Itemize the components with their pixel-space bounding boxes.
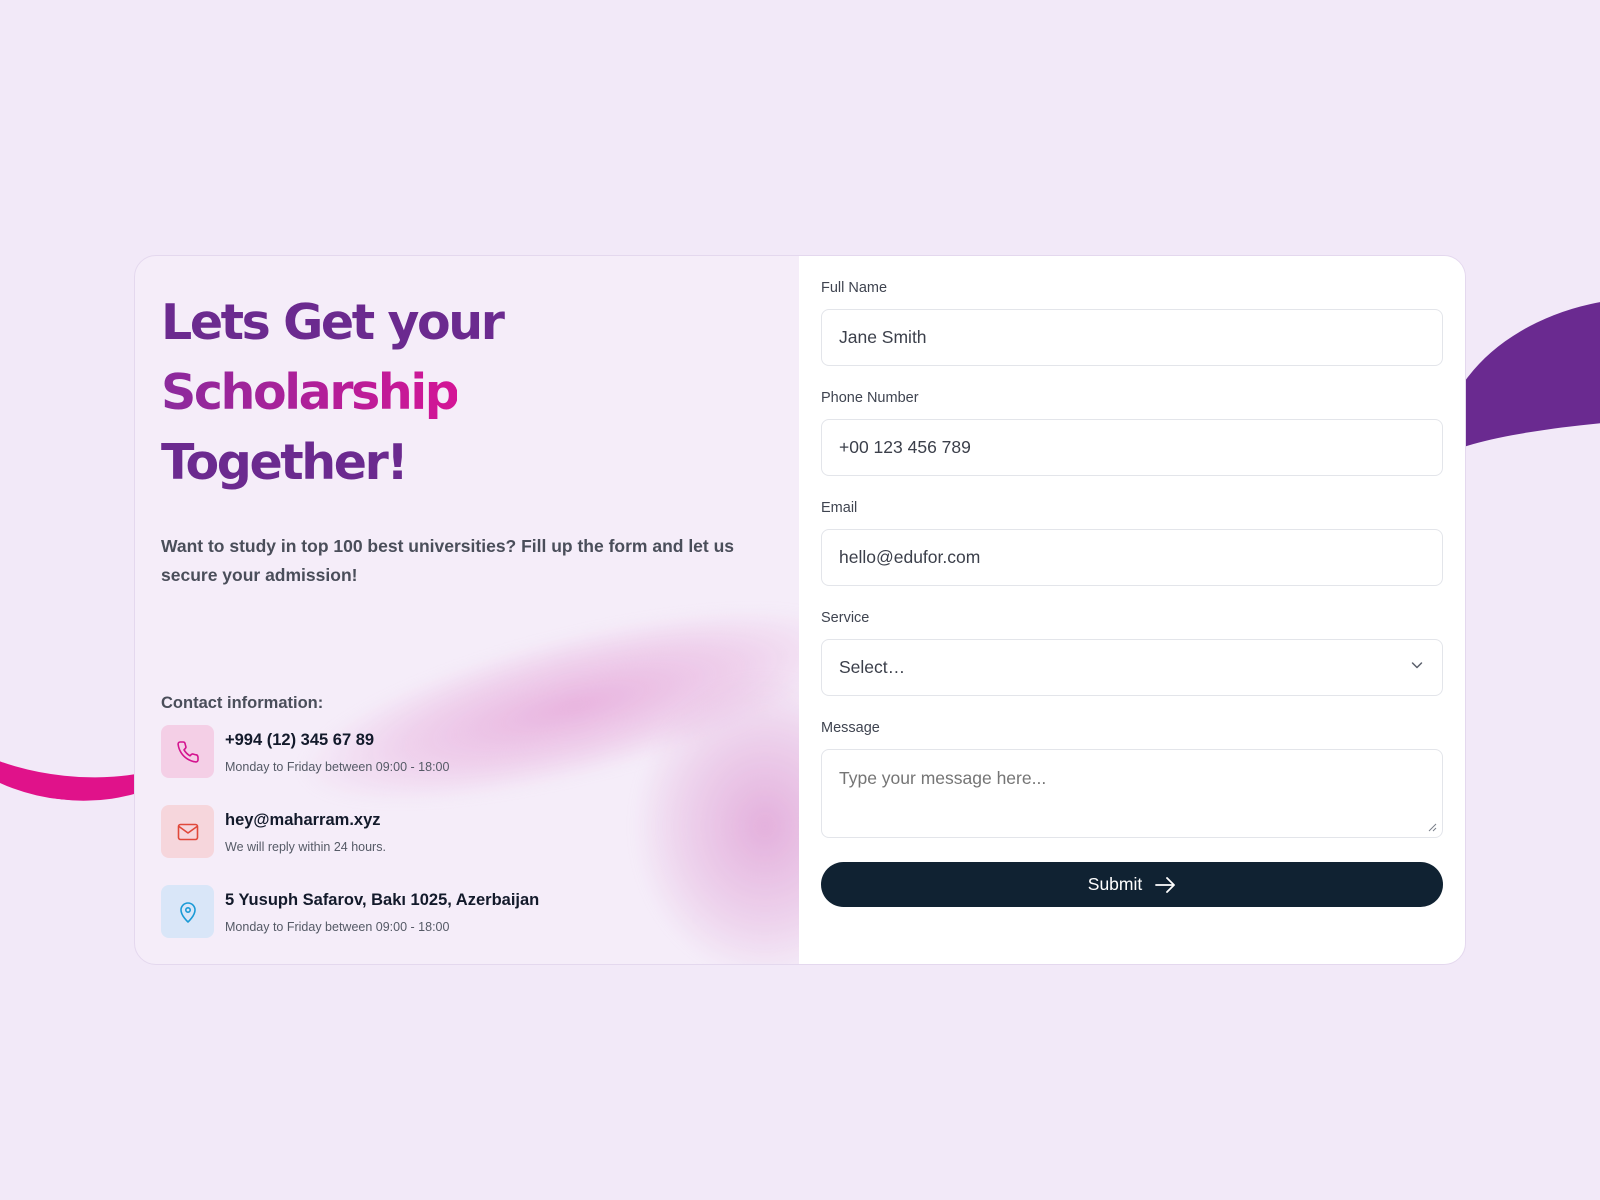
contact-phone[interactable]: +994 (12) 345 67 89 bbox=[225, 731, 449, 750]
message-label: Message bbox=[821, 720, 880, 736]
contact-phone-hours: Monday to Friday between 09:00 - 18:00 bbox=[225, 760, 450, 774]
contact-item-address: 5 Yusuph Safarov, Bakı 1025, Azerbaijan … bbox=[161, 885, 773, 938]
service-select[interactable]: Select… bbox=[821, 639, 1443, 696]
page: Lets Get your Scholarship Together! Want … bbox=[0, 0, 1600, 1200]
message-field: Message bbox=[821, 720, 1443, 838]
chevron-down-icon bbox=[1409, 657, 1425, 678]
contact-item-phone: +994 (12) 345 67 89 Monday to Friday bet… bbox=[161, 725, 773, 778]
email-label: Email bbox=[821, 500, 858, 516]
headline-part-1: Lets Get your bbox=[161, 294, 505, 351]
phone-icon bbox=[161, 725, 214, 778]
arrow-right-icon bbox=[1154, 876, 1176, 894]
service-label: Service bbox=[821, 610, 870, 626]
submit-label: Submit bbox=[1087, 874, 1143, 894]
lead-text: Want to study in top 100 best universiti… bbox=[161, 536, 735, 585]
service-field: Service Select… bbox=[821, 610, 1443, 696]
submit-button[interactable]: Submit bbox=[821, 862, 1443, 907]
phone-label: Phone Number bbox=[821, 390, 919, 406]
full-name-input[interactable] bbox=[821, 309, 1443, 366]
headline-accent: Scholarship bbox=[161, 364, 460, 421]
contact-item-email: hey@maharram.xyz We will reply within 24… bbox=[161, 805, 773, 858]
phone-field: Phone Number bbox=[821, 390, 1443, 476]
mail-icon bbox=[161, 805, 214, 858]
phone-input[interactable] bbox=[821, 419, 1443, 476]
contact-info: Contact information: +994 (12) 345 67 89… bbox=[161, 694, 773, 938]
contact-email[interactable]: hey@maharram.xyz bbox=[225, 811, 386, 830]
email-input[interactable] bbox=[821, 529, 1443, 586]
email-field: Email bbox=[821, 500, 1443, 586]
headline-part-2: Together! bbox=[161, 434, 409, 491]
map-pin-icon bbox=[161, 885, 214, 938]
full-name-label: Full Name bbox=[821, 280, 888, 296]
contact-address-hours: Monday to Friday between 09:00 - 18:00 bbox=[225, 920, 450, 934]
service-select-value: Select… bbox=[839, 657, 906, 677]
message-textarea[interactable] bbox=[821, 749, 1443, 838]
contact-card: Lets Get your Scholarship Together! Want … bbox=[134, 255, 1466, 965]
info-panel: Lets Get your Scholarship Together! Want … bbox=[135, 256, 799, 964]
page-title: Lets Get your Scholarship Together! bbox=[161, 288, 773, 498]
contact-address: 5 Yusuph Safarov, Bakı 1025, Azerbaijan bbox=[225, 891, 540, 909]
full-name-field: Full Name bbox=[821, 280, 1443, 366]
contact-form: Full Name Phone Number Email Service Sel… bbox=[799, 256, 1465, 964]
contact-email-note: We will reply within 24 hours. bbox=[225, 840, 386, 854]
contact-title: Contact information: bbox=[161, 694, 324, 712]
resize-handle-icon[interactable] bbox=[1427, 822, 1437, 832]
